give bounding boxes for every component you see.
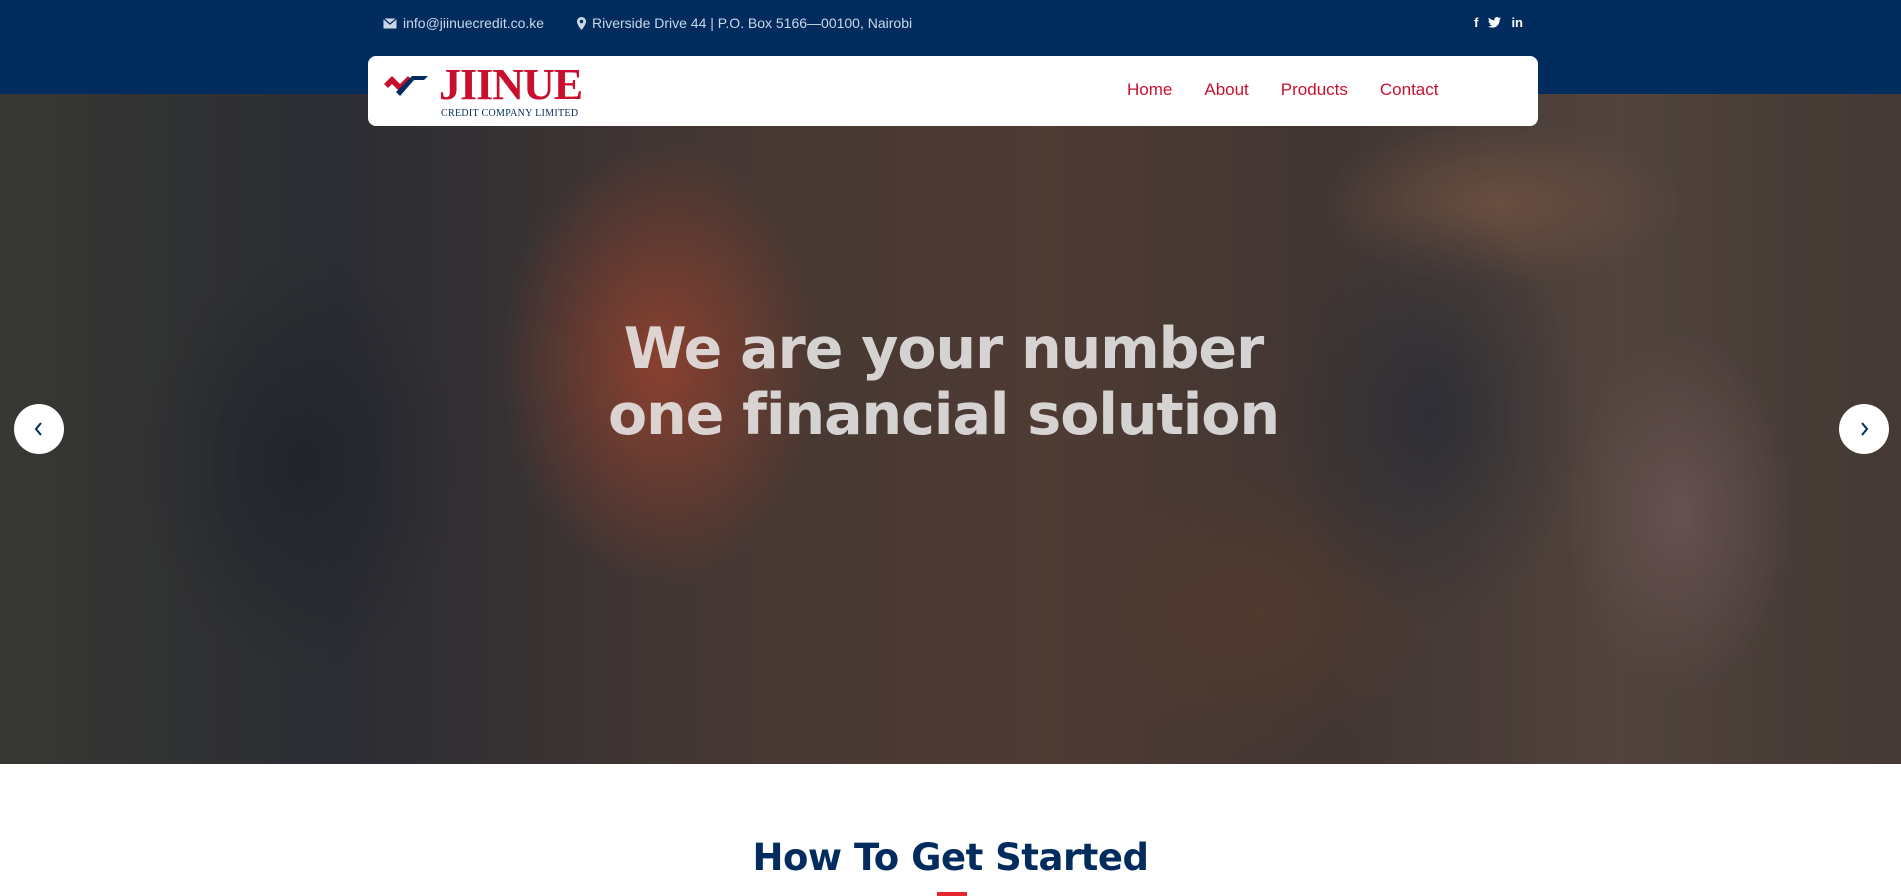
map-marker-icon: [577, 16, 586, 30]
main-navigation: JIINUE CREDIT COMPANY LIMITED Home About…: [368, 56, 1538, 126]
email-text[interactable]: info@jiinuecredit.co.ke: [403, 15, 544, 31]
chevron-right-icon: [1861, 422, 1869, 436]
linkedin-icon[interactable]: in: [1511, 13, 1523, 31]
hero-title-line-2: one financial solution: [607, 382, 1280, 448]
logo-subtitle: CREDIT COMPANY LIMITED: [441, 108, 579, 119]
section-title: How To Get Started: [752, 836, 1149, 879]
section-title-underline: [937, 892, 967, 896]
facebook-icon[interactable]: f: [1474, 13, 1478, 31]
company-logo[interactable]: JIINUE CREDIT COMPANY LIMITED: [384, 60, 604, 120]
nav-item-home[interactable]: Home: [1127, 80, 1172, 100]
nav-item-about[interactable]: About: [1204, 80, 1248, 100]
nav-item-contact[interactable]: Contact: [1380, 80, 1439, 100]
hero-title: We are your number one financial solutio…: [0, 316, 1887, 448]
nav-item-products[interactable]: Products: [1281, 80, 1348, 100]
envelope-icon: [383, 17, 397, 28]
logo-wordmark: JIINUE: [439, 60, 583, 109]
hero-title-line-1: We are your number: [623, 316, 1264, 382]
social-links: f in: [1474, 13, 1523, 31]
carousel-next-button[interactable]: [1839, 404, 1889, 454]
email-contact[interactable]: info@jiinuecredit.co.ke: [383, 14, 544, 32]
nav-menu: Home About Products Contact: [1127, 80, 1438, 100]
logo-mark-icon: [384, 76, 428, 96]
twitter-icon[interactable]: [1488, 13, 1502, 31]
address-contact: Riverside Drive 44 | P.O. Box 5166—00100…: [577, 14, 912, 32]
hero-banner: We are your number one financial solutio…: [0, 94, 1901, 764]
chevron-left-icon: [34, 422, 42, 436]
address-text: Riverside Drive 44 | P.O. Box 5166—00100…: [592, 15, 913, 31]
carousel-prev-button[interactable]: [14, 404, 64, 454]
